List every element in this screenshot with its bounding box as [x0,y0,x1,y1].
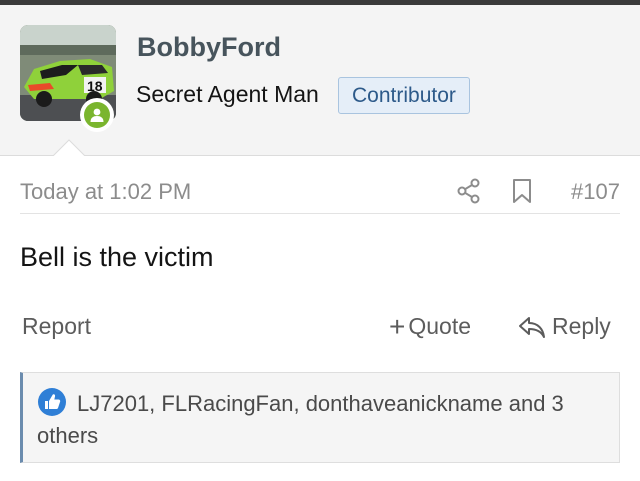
share-icon[interactable] [457,178,481,204]
post-author-header: 18 BobbyFord Secret Agent Man Contributo… [0,5,640,156]
post-actions: Report + Quote Reply [20,310,620,346]
bookmark-icon[interactable] [511,178,533,204]
post-timestamp[interactable]: Today at 1:02 PM [20,179,191,205]
post-meta-row: Today at 1:02 PM #107 [20,174,620,214]
reactions-bar[interactable]: LJ7201, FLRacingFan, donthaveanickname a… [20,372,620,463]
report-button[interactable]: Report [22,313,91,340]
post-message-body: Bell is the victim [20,242,214,272]
user-online-icon [90,108,104,122]
user-role-badge: Contributor [338,77,470,114]
quote-label: Quote [408,313,472,339]
plus-icon: + [389,310,406,342]
reply-arrow-icon [519,316,545,338]
quote-button[interactable]: + Quote [389,310,472,342]
online-status-badge [80,98,114,132]
author-username[interactable]: BobbyFord [137,32,281,63]
reply-label: Reply [552,313,611,339]
post-number-link[interactable]: #107 [571,179,620,205]
author-title: Secret Agent Man [136,81,319,107]
header-pointer-arrow [52,139,86,157]
reaction-users-text[interactable]: LJ7201, FLRacingFan, donthaveanickname a… [37,388,607,452]
avatar-container[interactable]: 18 [20,25,116,132]
reply-button[interactable]: Reply [518,313,611,340]
